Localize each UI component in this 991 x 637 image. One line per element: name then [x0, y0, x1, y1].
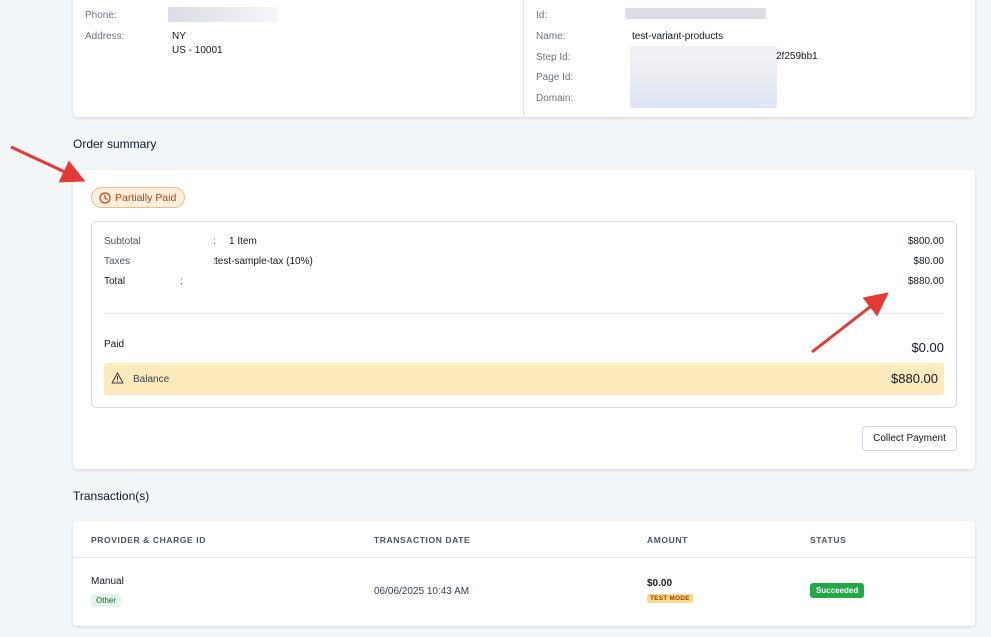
- taxes-desc: test-sample-tax (10%): [215, 256, 313, 267]
- subtotal-items: 1 Item: [229, 236, 257, 247]
- paid-amount: $0.00: [911, 340, 944, 355]
- status-badge: Partially Paid: [91, 187, 186, 208]
- arrow-annotation: [10, 145, 86, 183]
- phone-redacted: [168, 7, 278, 22]
- order-details-card: Phone: Address: NY US - 10001 Id: Name: …: [73, 0, 975, 117]
- provider-tag: Other: [91, 594, 122, 607]
- id-redacted: [625, 8, 766, 19]
- transaction-amount: $0.00: [647, 578, 673, 589]
- name-value: test-variant-products: [632, 31, 724, 42]
- page-id-label: Page Id:: [536, 72, 574, 83]
- warning-icon: [111, 372, 124, 384]
- paid-label: Paid: [104, 339, 125, 350]
- col-header-amount: AMOUNT: [647, 535, 688, 545]
- balance-label: Balance: [133, 374, 170, 385]
- taxes-label: Taxes: [104, 256, 131, 267]
- col-header-date: TRANSACTION DATE: [374, 535, 471, 545]
- total-colon: :: [180, 276, 183, 287]
- test-mode-badge: TEST MODE: [647, 594, 693, 603]
- collect-payment-button[interactable]: Collect Payment: [862, 426, 957, 451]
- address-line1: NY: [172, 31, 186, 42]
- step-page-domain-redacted: [630, 46, 777, 108]
- col-header-status: STATUS: [810, 535, 847, 545]
- address-line2: US - 10001: [172, 45, 223, 56]
- phone-label: Phone:: [85, 10, 117, 21]
- domain-label: Domain:: [536, 93, 574, 104]
- provider-name: Manual: [91, 576, 124, 587]
- transactions-table: PROVIDER & CHARGE ID TRANSACTION DATE AM…: [73, 521, 975, 626]
- address-label: Address:: [85, 31, 125, 42]
- taxes-amount: $80.00: [913, 256, 944, 267]
- header-divider: [73, 557, 975, 558]
- step-id-value-visible: 2f259bb1: [776, 51, 818, 62]
- step-id-label: Step Id:: [536, 52, 571, 63]
- transaction-date: 06/06/2025 10:43 AM: [374, 586, 470, 597]
- order-summary-card: Partially Paid Subtotal : 1 Item $800.00…: [73, 170, 975, 469]
- col-header-provider: PROVIDER & CHARGE ID: [91, 535, 206, 545]
- id-label: Id:: [536, 10, 548, 21]
- total-label: Total: [104, 276, 126, 287]
- clock-icon: [99, 191, 111, 204]
- divider: [104, 313, 944, 314]
- transactions-title: Transaction(s): [73, 489, 150, 503]
- status-badge-succeeded: Succeeded: [810, 583, 865, 598]
- total-amount: $880.00: [907, 276, 944, 287]
- subtotal-amount: $800.00: [907, 236, 944, 247]
- balance-row: Balance $880.00: [104, 363, 944, 395]
- column-divider: [523, 0, 524, 117]
- order-summary-title: Order summary: [73, 137, 157, 151]
- order-totals-box: Subtotal : 1 Item $800.00 Taxes : test-s…: [91, 221, 957, 408]
- subtotal-colon: :: [213, 236, 216, 247]
- status-badge-label: Partially Paid: [115, 191, 177, 204]
- subtotal-label: Subtotal: [104, 236, 141, 247]
- name-label: Name:: [536, 31, 566, 42]
- balance-amount: $880.00: [891, 371, 938, 386]
